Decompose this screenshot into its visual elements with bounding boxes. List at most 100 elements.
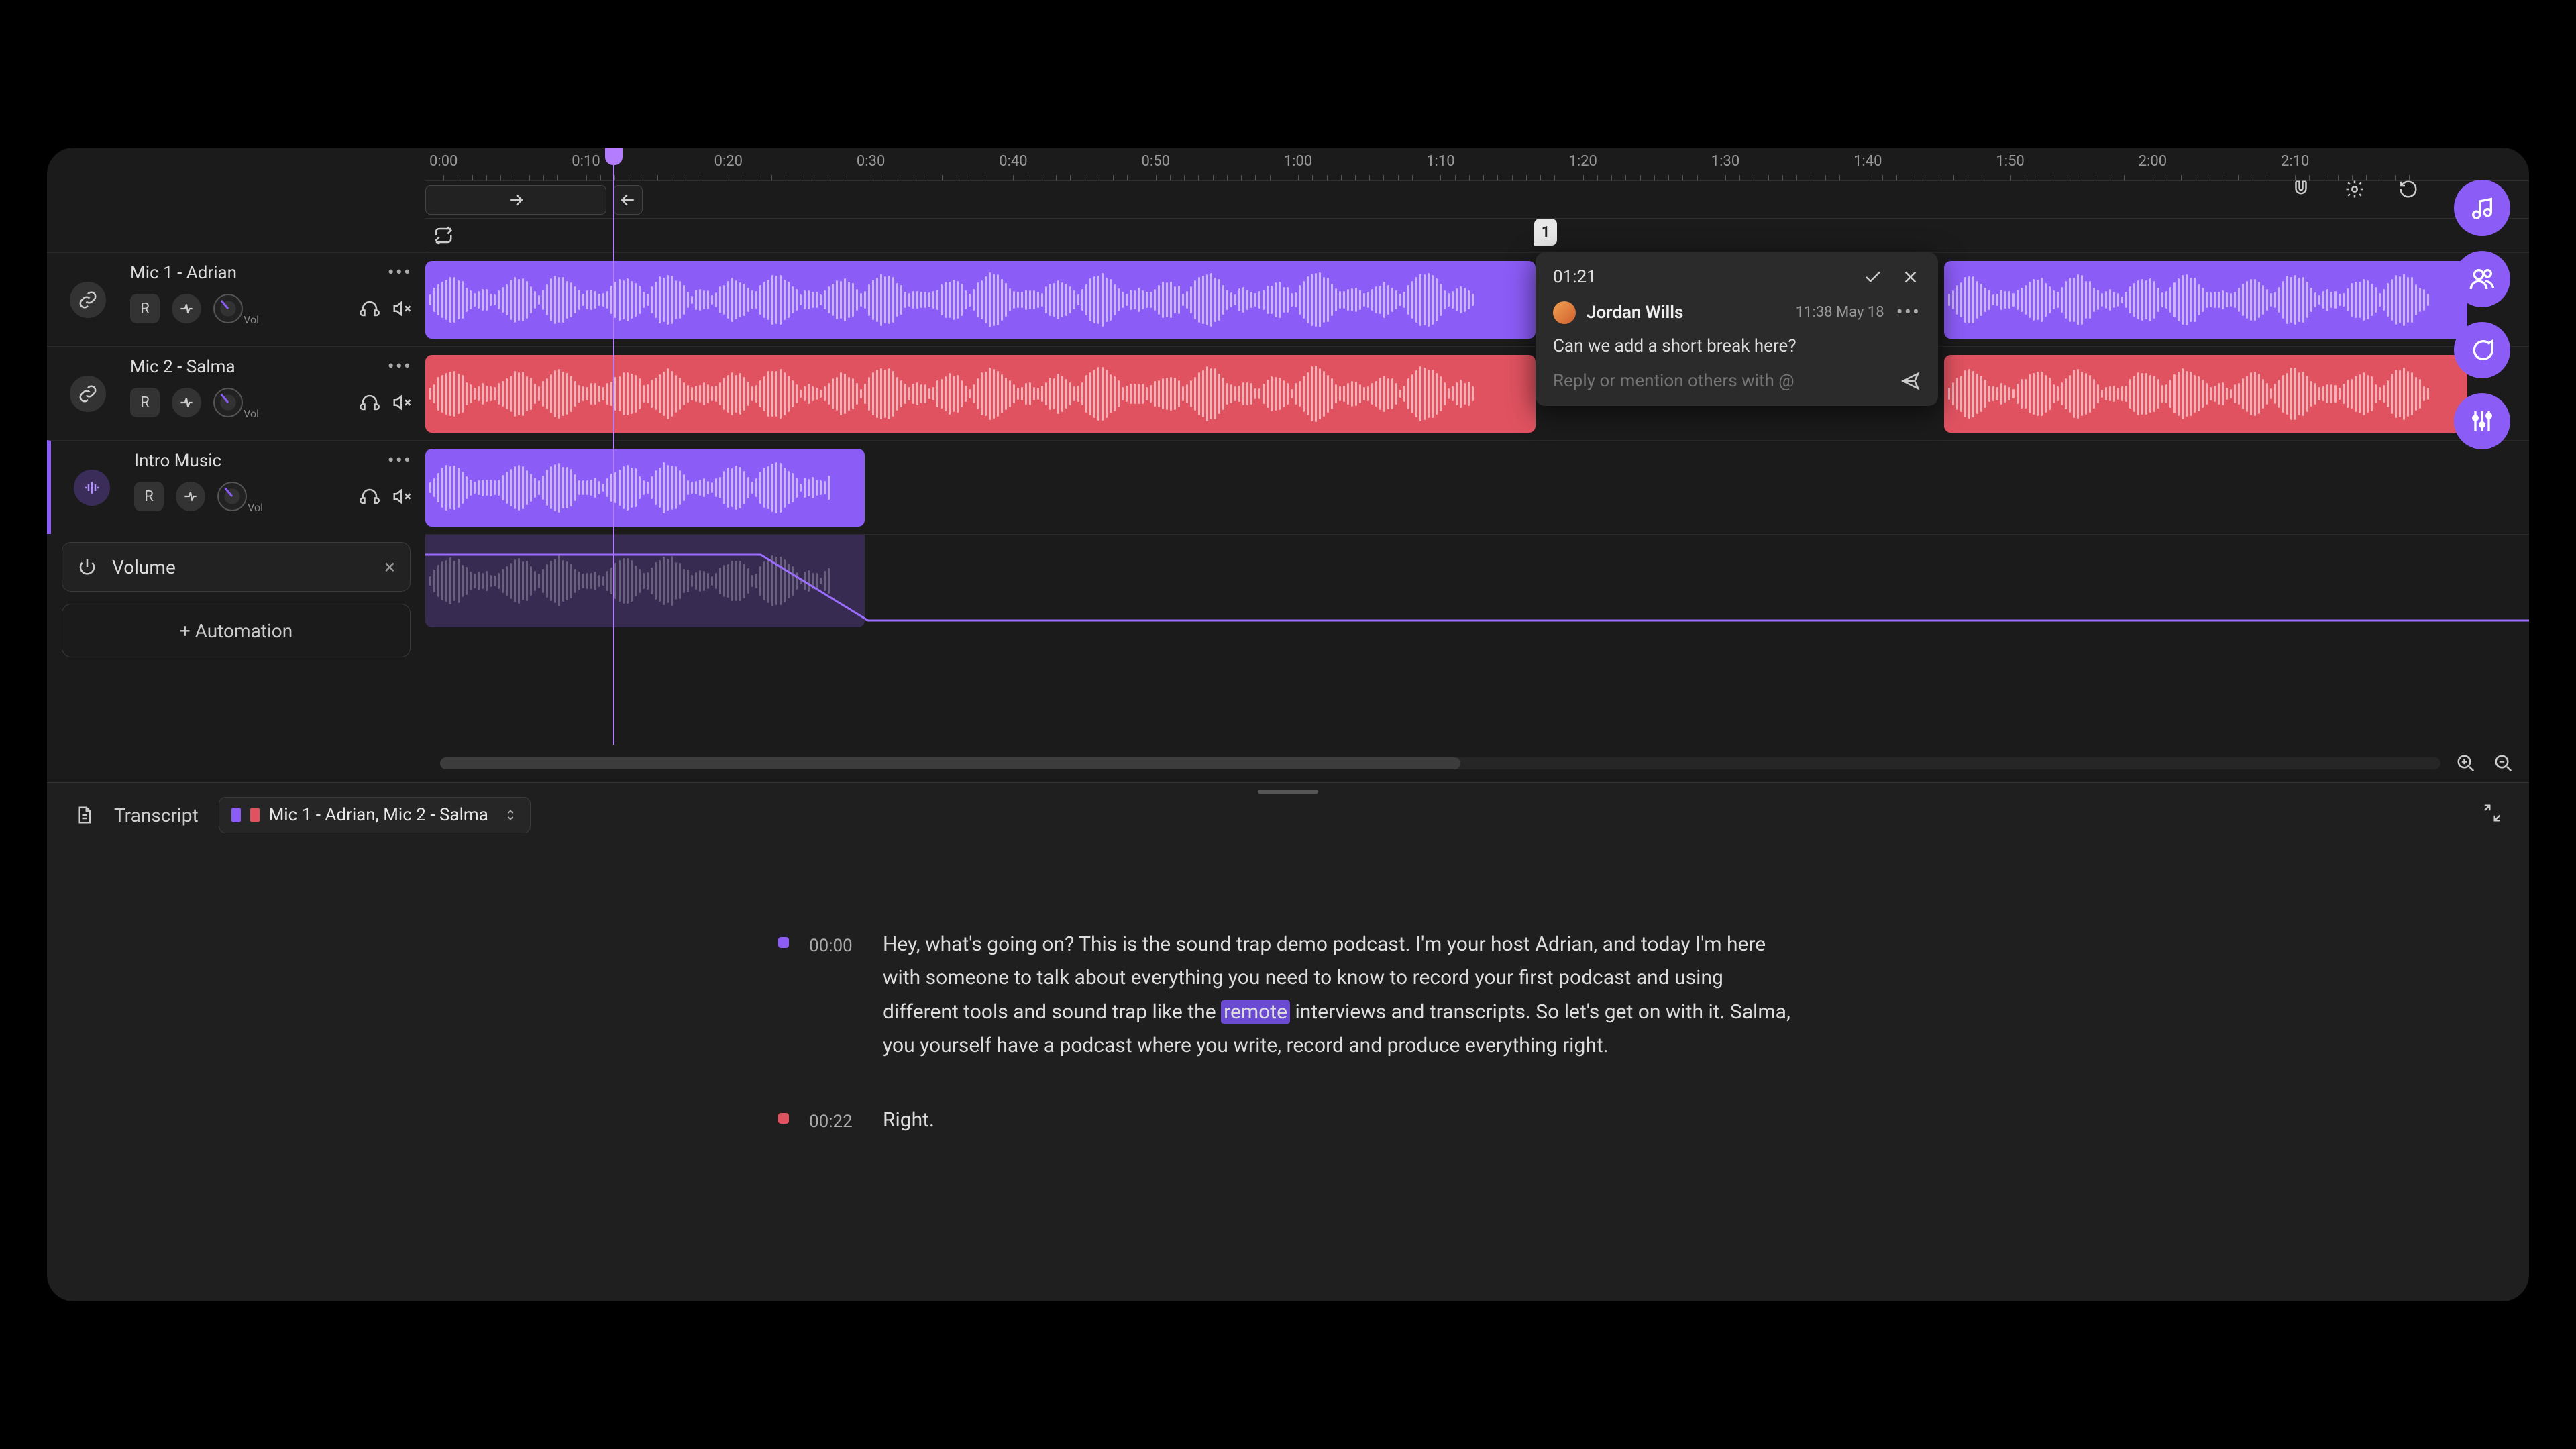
record-arm-button[interactable]: R [134, 482, 164, 511]
pane-drag-handle[interactable] [1258, 790, 1318, 794]
ruler-tick: 0:20 [714, 153, 743, 170]
ruler-tick: 0:40 [999, 153, 1027, 170]
comment-author: Jordan Wills [1587, 303, 1683, 323]
timeline-scroll-row [47, 745, 2529, 782]
swatch-red [250, 808, 260, 822]
timeline-area: Mic 1 - Adrian ••• R Vol [47, 148, 2529, 745]
swatch-purple [231, 808, 241, 822]
comment-menu-icon[interactable]: ••• [1896, 301, 1921, 324]
fx-icon[interactable] [176, 482, 205, 511]
ruler-tick: 1:00 [1284, 153, 1312, 170]
audio-clip[interactable] [1944, 355, 2467, 433]
audio-icon[interactable] [74, 470, 110, 506]
rail-people-button[interactable] [2454, 251, 2510, 307]
ruler-tick: 0:10 [572, 153, 600, 170]
fx-icon[interactable] [172, 388, 201, 417]
markers-row[interactable] [425, 181, 2529, 219]
track-menu-icon[interactable]: ••• [388, 261, 412, 284]
volume-knob[interactable] [213, 388, 243, 417]
volume-knob[interactable] [213, 294, 243, 323]
rail-music-button[interactable] [2454, 180, 2510, 236]
transcript-highlight[interactable]: remote [1221, 1000, 1290, 1024]
marker-in-button[interactable] [425, 185, 606, 215]
automation-lane[interactable] [425, 534, 2529, 628]
volume-knob[interactable] [217, 482, 247, 511]
comment-marker[interactable]: 1 [1534, 219, 1557, 246]
transcript-entry[interactable]: 00:22Right. [778, 1104, 1798, 1137]
audio-clip[interactable] [425, 355, 1536, 433]
track-menu-icon[interactable]: ••• [388, 449, 412, 472]
transcript-timestamp: 00:00 [809, 932, 863, 1063]
ruler-tick: 1:20 [1568, 153, 1597, 170]
marker-out-button[interactable] [613, 185, 643, 215]
magnet-icon[interactable] [2288, 176, 2314, 203]
add-automation-button[interactable]: + Automation [62, 604, 411, 657]
transcript-entry[interactable]: 00:00 Hey, what's going on? This is the s… [778, 928, 1798, 1063]
rail-mixer-button[interactable] [2454, 393, 2510, 449]
tracks-canvas[interactable]: 0:000:100:200:300:400:501:001:101:201:30… [425, 148, 2529, 745]
headphones-icon[interactable] [360, 299, 380, 319]
playhead[interactable] [613, 148, 614, 745]
record-arm-button[interactable]: R [130, 388, 160, 417]
clip-lane-3[interactable] [425, 440, 2529, 534]
mute-icon[interactable] [392, 486, 412, 506]
record-arm-button[interactable]: R [130, 294, 160, 323]
headphones-icon[interactable] [360, 392, 380, 413]
speaker-dot [778, 937, 789, 948]
transcript-track-label: Mic 1 - Adrian, Mic 2 - Salma [269, 805, 488, 825]
close-icon[interactable] [1900, 267, 1921, 287]
clip-lane-1[interactable] [425, 252, 2529, 346]
horizontal-scrollbar[interactable] [440, 757, 2440, 769]
comment-reply-input[interactable] [1553, 371, 1900, 391]
zoom-in-icon[interactable] [2454, 751, 2478, 775]
track-menu-icon[interactable]: ••• [388, 355, 412, 378]
track-name: Intro Music [134, 451, 221, 471]
headphones-icon[interactable] [360, 486, 380, 506]
track-name: Mic 1 - Adrian [130, 263, 237, 283]
loop-row[interactable] [425, 219, 2529, 252]
send-icon[interactable] [1900, 371, 1921, 391]
mute-icon[interactable] [392, 299, 412, 319]
power-icon [77, 557, 97, 577]
ruler-tick: 0:50 [1142, 153, 1170, 170]
ruler-tick: 2:10 [2281, 153, 2309, 170]
mute-icon[interactable] [392, 392, 412, 413]
zoom-out-icon[interactable] [2491, 751, 2516, 775]
ruler-tick: 0:00 [429, 153, 458, 170]
transcript-content[interactable]: 00:00 Hey, what's going on? This is the s… [778, 928, 1798, 1301]
comment-body: Can we add a short break here? [1553, 336, 1921, 356]
avatar [1553, 301, 1576, 324]
automation-chip-label: Volume [112, 556, 176, 578]
collapse-icon[interactable] [2482, 803, 2502, 823]
close-icon[interactable]: × [384, 555, 395, 579]
link-icon[interactable] [70, 376, 106, 412]
track-sidebar: Mic 1 - Adrian ••• R Vol [47, 148, 425, 745]
link-icon[interactable] [70, 282, 106, 318]
automation-chip-volume[interactable]: Volume × [62, 542, 411, 592]
audio-clip[interactable] [425, 261, 1536, 339]
document-icon [74, 805, 94, 825]
track-name: Mic 2 - Salma [130, 357, 235, 377]
comment-popup: 01:21 Jordan Wills 11:38 May 18 •• [1536, 252, 1938, 406]
audio-clip[interactable] [1944, 261, 2467, 339]
ruler-tick: 1:40 [1854, 153, 1882, 170]
rail-chat-button[interactable] [2454, 322, 2510, 378]
time-ruler[interactable]: 0:000:100:200:300:400:501:001:101:201:30… [425, 148, 2529, 181]
comment-timestamp: 01:21 [1553, 267, 1597, 287]
track-header-mic2[interactable]: Mic 2 - Salma ••• R Vol [47, 346, 425, 440]
refresh-icon[interactable] [2395, 176, 2422, 203]
transcript-text[interactable]: Hey, what's going on? This is the sound … [883, 928, 1798, 1063]
clip-lane-2[interactable] [425, 346, 2529, 440]
transcript-text[interactable]: Right. [883, 1104, 1798, 1137]
fx-icon[interactable] [172, 294, 201, 323]
loop-icon[interactable] [433, 225, 453, 246]
transcript-track-selector[interactable]: Mic 1 - Adrian, Mic 2 - Salma [219, 797, 531, 833]
check-icon[interactable] [1863, 267, 1883, 287]
ruler-tick: 2:00 [2139, 153, 2167, 170]
audio-clip[interactable] [425, 449, 865, 527]
track-header-intro[interactable]: Intro Music ••• R Vol [47, 440, 425, 534]
track-header-mic1[interactable]: Mic 1 - Adrian ••• R Vol [47, 252, 425, 346]
ruler-tick: 1:50 [1996, 153, 2024, 170]
gear-icon[interactable] [2341, 176, 2368, 203]
app-window: Mic 1 - Adrian ••• R Vol [47, 148, 2529, 1301]
